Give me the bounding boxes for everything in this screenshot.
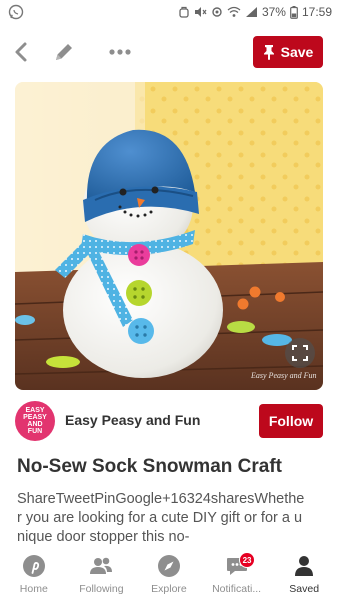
avatar-line-1: EASY bbox=[25, 407, 45, 414]
expand-image-button[interactable] bbox=[285, 338, 315, 368]
alarm-icon bbox=[179, 6, 189, 18]
expand-icon bbox=[292, 345, 308, 361]
save-button-label: Save bbox=[280, 44, 314, 60]
people-icon bbox=[90, 557, 113, 574]
pencil-icon[interactable] bbox=[52, 40, 76, 64]
snowman-photo: Easy Peasy and Fun bbox=[15, 82, 323, 390]
creator-avatar[interactable]: EASY PEASY AND FUN bbox=[15, 401, 55, 441]
pin-image[interactable]: Easy Peasy and Fun bbox=[15, 82, 323, 390]
nav-explore-label: Explore bbox=[151, 583, 187, 595]
pushpin-icon bbox=[263, 45, 274, 60]
status-icons: 37% 17:59 bbox=[178, 4, 332, 20]
clock-time: 17:59 bbox=[301, 5, 332, 19]
nav-home[interactable]: Home bbox=[0, 546, 68, 600]
nav-notifications[interactable]: 23 Notificati... bbox=[203, 546, 271, 600]
watermark: Easy Peasy and Fun bbox=[250, 371, 317, 380]
creator-name[interactable]: Easy Peasy and Fun bbox=[65, 412, 200, 428]
pin-description: ShareTweetPinGoogle+16324sharesWhether y… bbox=[17, 491, 305, 545]
notification-badge: 23 bbox=[238, 552, 256, 568]
nav-following-label: Following bbox=[79, 583, 124, 595]
follow-button[interactable]: Follow bbox=[259, 404, 323, 438]
pin-action-bar: Save bbox=[0, 28, 338, 76]
nav-following[interactable]: Following bbox=[68, 546, 136, 600]
bottom-nav: Home Following Explore 23 Notificati... bbox=[0, 546, 338, 600]
whatsapp-icon bbox=[8, 4, 24, 20]
battery-percent: 37% bbox=[261, 5, 286, 19]
status-bar: 37% 17:59 bbox=[0, 0, 338, 24]
chevron-left-icon[interactable] bbox=[10, 40, 34, 64]
pinterest-icon bbox=[22, 555, 45, 577]
nav-home-label: Home bbox=[19, 583, 48, 595]
location-icon bbox=[212, 7, 222, 17]
wifi-icon bbox=[227, 6, 241, 17]
avatar-line-2: PEASY AND bbox=[23, 414, 47, 428]
battery-icon bbox=[290, 5, 298, 19]
save-button[interactable]: Save bbox=[253, 36, 323, 68]
signal-icon bbox=[245, 7, 257, 17]
person-icon bbox=[295, 556, 314, 576]
nav-notifications-label: Notificati... bbox=[212, 583, 262, 595]
mute-icon bbox=[194, 7, 207, 17]
creator-row: EASY PEASY AND FUN Easy Peasy and Fun Fo… bbox=[15, 400, 323, 442]
pin-title: No-Sew Sock Snowman Craft bbox=[17, 456, 282, 477]
nav-saved-label: Saved bbox=[289, 583, 320, 595]
compass-icon bbox=[157, 555, 180, 577]
nav-explore[interactable]: Explore bbox=[135, 546, 203, 600]
more-dots-icon[interactable] bbox=[108, 40, 132, 64]
nav-saved[interactable]: Saved bbox=[270, 546, 338, 600]
avatar-line-3: FUN bbox=[27, 428, 43, 435]
